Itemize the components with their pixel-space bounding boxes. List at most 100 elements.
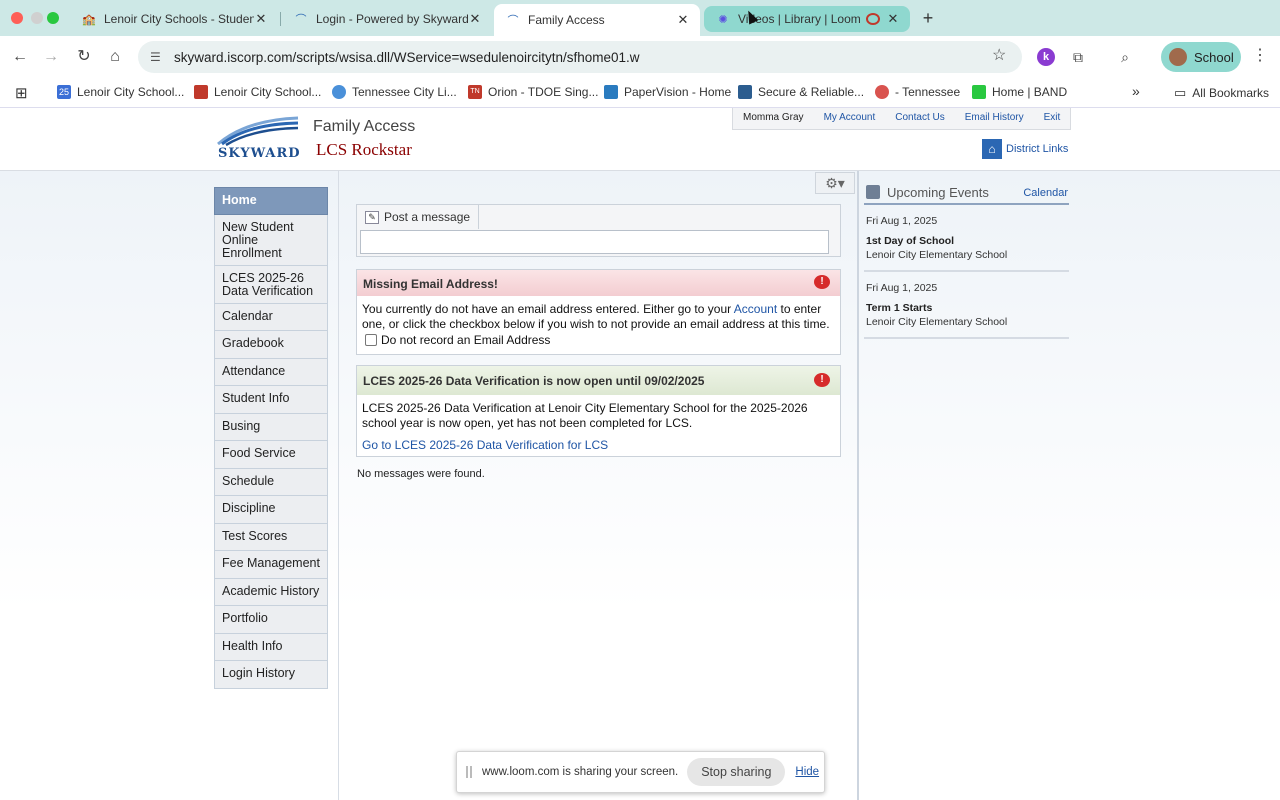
event-name: Term 1 Starts <box>866 302 933 314</box>
hide-button[interactable]: Hide <box>795 766 819 778</box>
extensions-puzzle-icon[interactable]: ⧉ <box>1067 46 1089 68</box>
tab-lenoir-city-schools[interactable]: 🏫 Lenoir City Schools - Student ✕ <box>70 4 278 34</box>
back-arrow-icon[interactable]: ← <box>9 46 31 68</box>
events-header: Upcoming Events Calendar <box>864 181 1069 205</box>
content-background <box>0 171 1280 800</box>
sidebar-item-busing[interactable]: Busing <box>214 413 328 441</box>
sidebar-item-test-scores[interactable]: Test Scores <box>214 523 328 551</box>
email-history-link[interactable]: Email History <box>955 108 1034 129</box>
forward-arrow-icon[interactable]: → <box>40 46 62 68</box>
account-link[interactable]: Account <box>734 302 777 316</box>
contact-us-link[interactable]: Contact Us <box>885 108 954 129</box>
sidebar-item-fee-management[interactable]: Fee Management <box>214 551 328 579</box>
tab-label: Login - Powered by Skyward <box>316 12 468 26</box>
sidebar-item-new-student-enrollment[interactable]: New Student Online Enrollment <box>214 214 328 266</box>
address-bar[interactable]: ☰ skyward.iscorp.com/scripts/wsisa.dll/W… <box>138 41 1022 73</box>
sidebar-item-attendance[interactable]: Attendance <box>214 358 328 386</box>
extension-k-icon[interactable]: k <box>1037 48 1055 66</box>
window-close-button[interactable] <box>11 12 23 24</box>
sidebar-item-academic-history[interactable]: Academic History <box>214 578 328 606</box>
sidebar-item-calendar[interactable]: Calendar <box>214 303 328 331</box>
message-body: LCES 2025-26 Data Verification at Lenoir… <box>357 395 840 458</box>
tab-skyward-login[interactable]: ⌒ Login - Powered by Skyward ✕ <box>282 4 492 34</box>
event-item: Fri Aug 1, 2025 1st Day of School Lenoir… <box>864 205 1069 272</box>
event-school: Lenoir City Elementary School <box>866 249 1008 261</box>
url-text: skyward.iscorp.com/scripts/wsisa.dll/WSe… <box>174 49 640 65</box>
all-bookmarks-label: All Bookmarks <box>1192 86 1269 100</box>
post-message-tab[interactable]: ✎ Post a message <box>357 205 479 229</box>
sidebar-item-food-service[interactable]: Food Service <box>214 441 328 469</box>
sidebar-item-portfolio[interactable]: Portfolio <box>214 606 328 634</box>
events-title: Upcoming Events <box>887 184 989 200</box>
data-verification-link[interactable]: Go to LCES 2025-26 Data Verification for… <box>362 438 835 453</box>
bookmark-item[interactable]: Home | BAND <box>972 85 1067 99</box>
product-title: Family Access <box>313 118 416 135</box>
bookmark-label: Lenoir City School... <box>214 85 322 99</box>
skyward-header: SKYWARD Family Access LCS Rockstar Momma… <box>0 108 1280 171</box>
screen-share-bar: www.loom.com is sharing your screen. Sto… <box>456 751 825 793</box>
bookmark-item[interactable]: 25 Lenoir City School... <box>57 85 184 99</box>
bookmark-item[interactable]: PaperVision - Home <box>604 85 731 99</box>
bookmark-star-icon[interactable]: ☆ <box>992 45 1006 65</box>
no-email-checkbox[interactable] <box>365 334 377 347</box>
sidebar-item-gradebook[interactable]: Gradebook <box>214 331 328 359</box>
bookmark-item[interactable]: Tennessee City Li... <box>332 85 457 99</box>
new-tab-button[interactable]: + <box>920 8 936 29</box>
alert-icon: ! <box>814 373 830 387</box>
tab-loom-library[interactable]: ✺ Videos | Library | Loom ✕ <box>704 6 910 32</box>
drag-handle-icon[interactable] <box>466 766 472 778</box>
sidebar-item-discipline[interactable]: Discipline <box>214 496 328 524</box>
event-name: 1st Day of School <box>866 235 955 247</box>
tn-icon: TN <box>468 85 482 99</box>
tab-family-access[interactable]: ⌒ Family Access ✕ <box>494 4 700 36</box>
close-icon[interactable]: ✕ <box>886 11 900 27</box>
site-settings-icon[interactable]: ☰ <box>150 50 166 64</box>
district-links[interactable]: ⌂ District Links <box>982 139 1068 159</box>
more-bookmarks-chevron-icon[interactable]: » <box>1132 83 1140 99</box>
window-minimize-button[interactable] <box>31 12 43 24</box>
event-date: Fri Aug 1, 2025 <box>866 215 938 227</box>
sidebar-item-schedule[interactable]: Schedule <box>214 468 328 496</box>
no-messages-text: No messages were found. <box>357 468 485 480</box>
profile-label: School <box>1194 49 1234 65</box>
home-icon[interactable]: ⌂ <box>104 46 126 68</box>
globe-icon <box>332 85 346 99</box>
close-icon[interactable]: ✕ <box>254 11 268 27</box>
skyward-page: SKYWARD Family Access LCS Rockstar Momma… <box>0 108 1280 800</box>
bookmark-item[interactable]: - Tennessee <box>875 85 960 99</box>
school-icon <box>194 85 208 99</box>
reload-icon[interactable]: ↻ <box>73 46 95 68</box>
close-icon[interactable]: ✕ <box>676 12 690 28</box>
stop-sharing-button[interactable]: Stop sharing <box>687 758 786 786</box>
sidebar-item-login-history[interactable]: Login History <box>214 661 328 689</box>
close-icon[interactable]: ✕ <box>468 11 482 27</box>
bookmark-label: - Tennessee <box>895 85 961 99</box>
calendar-link[interactable]: Calendar <box>1023 187 1068 199</box>
apps-grid-icon[interactable]: ⊞ <box>15 84 28 102</box>
post-message-input[interactable] <box>360 230 829 254</box>
sidebar-item-data-verification[interactable]: LCES 2025-26 Data Verification <box>214 265 328 304</box>
bookmark-label: Tennessee City Li... <box>352 85 457 99</box>
gear-icon[interactable]: ⚙▾ <box>815 172 855 194</box>
menu-kebab-icon[interactable]: ⋮ <box>1252 45 1268 65</box>
skyward-logo: SKYWARD <box>216 116 306 162</box>
exit-link[interactable]: Exit <box>1034 108 1071 129</box>
profile-button[interactable]: School <box>1161 42 1241 72</box>
my-account-link[interactable]: My Account <box>814 108 886 129</box>
sidebar-item-home[interactable]: Home <box>214 187 328 215</box>
tab-search-icon[interactable]: ⌕ <box>1114 46 1136 68</box>
no-email-option: Do not record an Email Address <box>365 333 835 348</box>
browser-toolbar: ← → ↻ ⌂ ☰ skyward.iscorp.com/scripts/wsi… <box>0 36 1280 78</box>
all-bookmarks-folder[interactable]: ▭ All Bookmarks <box>1174 85 1269 101</box>
bookmark-item[interactable]: Secure & Reliable... <box>738 85 864 99</box>
sidebar-item-student-info[interactable]: Student Info <box>214 386 328 414</box>
bookmark-item[interactable]: Lenoir City School... <box>194 85 321 99</box>
window-maximize-button[interactable] <box>47 12 59 24</box>
bookmark-label: PaperVision - Home <box>624 85 732 99</box>
logo-wordmark: SKYWARD <box>218 146 301 161</box>
divider <box>338 171 339 800</box>
bookmark-item[interactable]: TN Orion - TDOE Sing... <box>468 85 598 99</box>
browser-tab-strip: 🏫 Lenoir City Schools - Student ✕ ⌒ Logi… <box>0 0 1280 36</box>
sidebar-item-health-info[interactable]: Health Info <box>214 633 328 661</box>
tab-separator <box>280 12 281 26</box>
